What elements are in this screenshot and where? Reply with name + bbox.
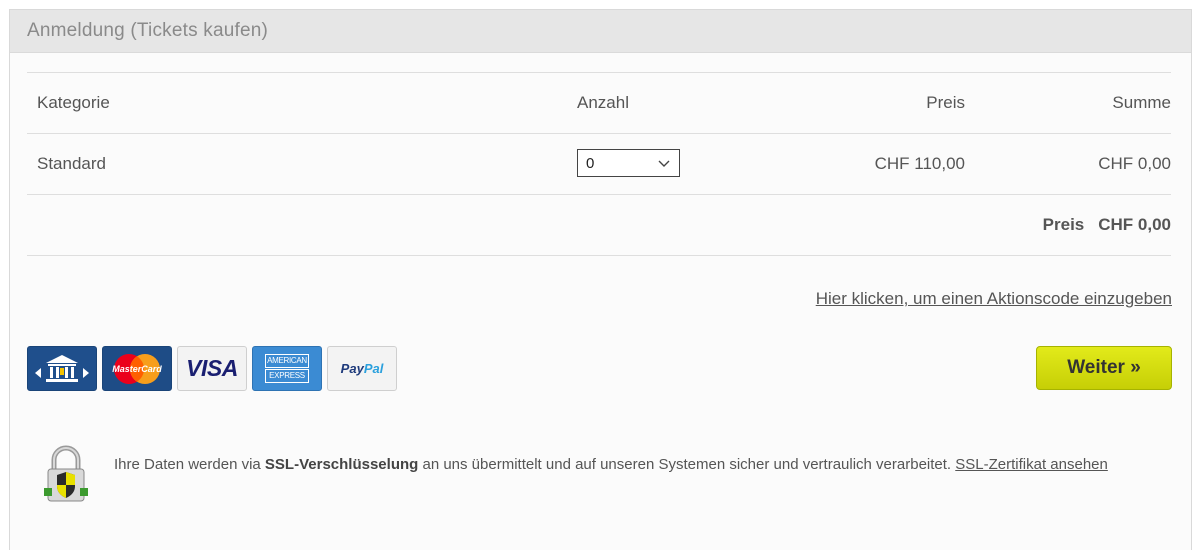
mastercard-logo-icon: MasterCard (112, 353, 162, 384)
promo-code-link[interactable]: Hier klicken, um einen Aktionscode einzu… (816, 289, 1172, 309)
ssl-certificate-link[interactable]: SSL-Zertifikat ansehen (955, 456, 1108, 473)
american-express-icon: AMERICAN EXPRESS (252, 346, 322, 391)
chevron-down-icon (658, 160, 670, 167)
panel-header: Anmeldung (Tickets kaufen) (10, 10, 1191, 53)
bank-building-icon (35, 354, 89, 382)
table-header-row: Kategorie Anzahl Preis Summe (27, 72, 1171, 133)
mastercard-icon: MasterCard (102, 346, 172, 391)
mastercard-text: MasterCard (112, 364, 162, 374)
ssl-text: Ihre Daten werden via SSL-Verschlüsselun… (114, 453, 1154, 477)
total-label: Preis (1042, 215, 1085, 234)
total-value: CHF 0,00 (1098, 215, 1171, 234)
visa-text: VISA (186, 355, 238, 381)
table-row: Standard 0 CHF 110,00 CHF 0,00 (27, 133, 1171, 194)
paypal-part2: Pal (363, 361, 384, 376)
paypal-text: PayPal (341, 361, 384, 376)
column-header-anzahl: Anzahl (577, 93, 629, 112)
total-price: Preis CHF 0,00 (1043, 195, 1171, 255)
total-row: Preis CHF 0,00 (27, 194, 1171, 256)
ticket-category: Standard (37, 154, 106, 173)
column-header-kategorie: Kategorie (37, 93, 110, 112)
quantity-value: 0 (586, 154, 595, 172)
ssl-text-before: Ihre Daten werden via (114, 456, 265, 473)
payment-methods: MasterCard VISA AMERICAN EXPRESS PayPal (27, 346, 397, 391)
ticket-table: Kategorie Anzahl Preis Summe Standard 0 … (27, 72, 1171, 256)
ssl-text-bold: SSL-Verschlüsselung (264, 456, 419, 473)
ticket-sum: CHF 0,00 (1098, 154, 1171, 173)
ticket-registration-panel: Anmeldung (Tickets kaufen) Kategorie Anz… (9, 9, 1192, 550)
panel-title: Anmeldung (Tickets kaufen) (27, 20, 269, 41)
amex-logo: AMERICAN EXPRESS (263, 353, 311, 384)
ssl-lock-icon (44, 445, 88, 502)
amex-line1: AMERICAN (265, 354, 309, 368)
ticket-price: CHF 110,00 (874, 154, 965, 173)
weiter-button[interactable]: Weiter » (1036, 346, 1172, 390)
amex-line2: EXPRESS (265, 369, 309, 383)
visa-icon: VISA (177, 346, 247, 391)
column-header-preis: Preis (926, 93, 965, 112)
column-header-summe: Summe (1112, 93, 1171, 112)
ssl-text-after: an uns übermittelt und auf unseren Syste… (418, 456, 956, 473)
bank-transfer-icon (27, 346, 97, 391)
paypal-icon: PayPal (327, 346, 397, 391)
quantity-select[interactable]: 0 (577, 149, 680, 177)
paypal-part1: Pay (340, 361, 364, 376)
